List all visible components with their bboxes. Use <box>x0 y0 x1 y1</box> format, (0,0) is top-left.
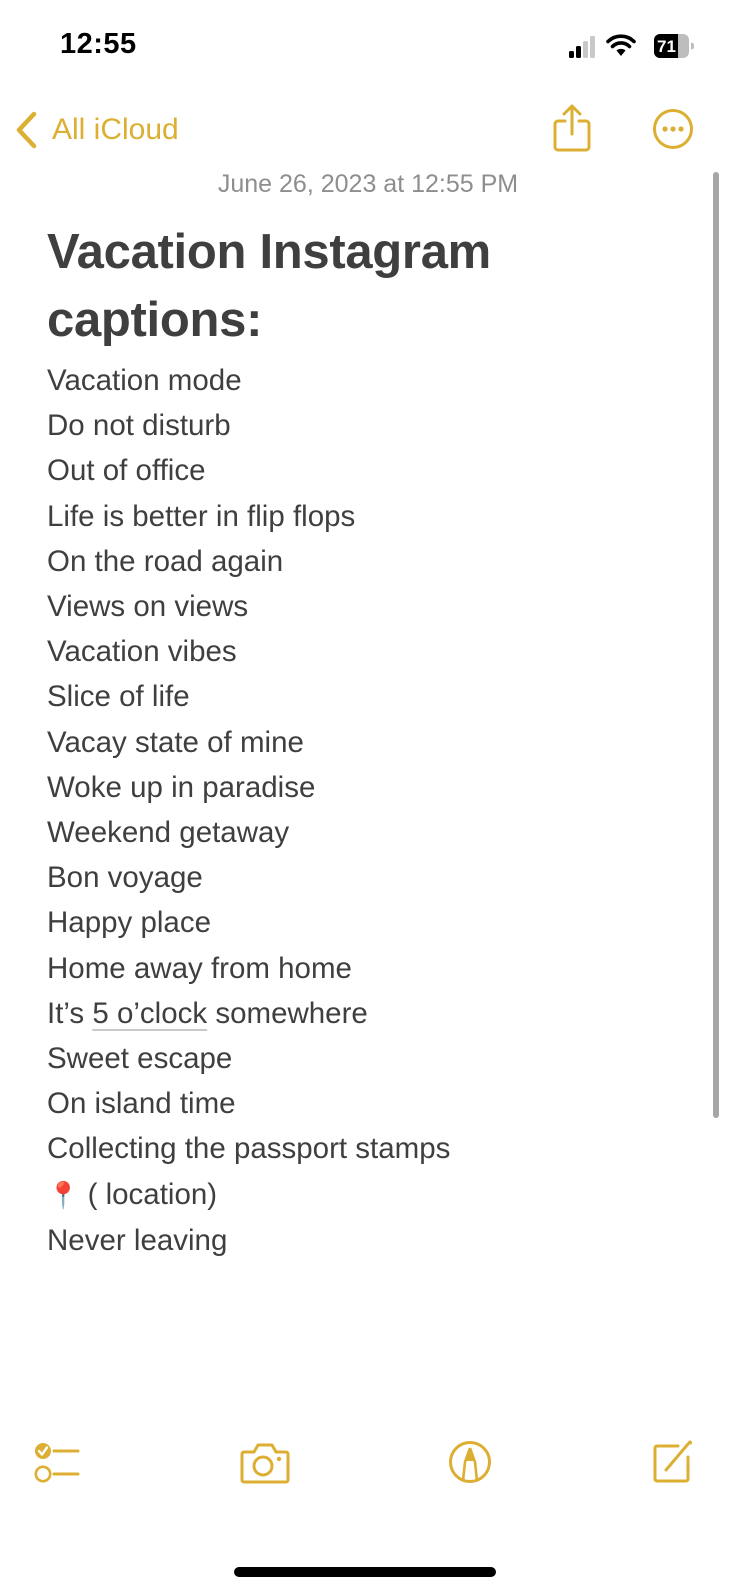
status-time: 12:55 <box>60 28 137 60</box>
note-line[interactable]: Vacation vibes <box>47 629 687 674</box>
bottom-toolbar <box>0 1430 736 1510</box>
camera-icon <box>240 1443 290 1484</box>
location-text: ( location) <box>79 1177 218 1211</box>
note-line[interactable]: Out of office <box>47 448 687 493</box>
pushpin-icon: 📍 <box>47 1179 80 1210</box>
checklist-button[interactable] <box>34 1442 80 1484</box>
note-body[interactable]: Vacation Instagram captions: Vacation mo… <box>47 218 687 1263</box>
note-line-with-link[interactable]: It’s 5 o’clock somewhere <box>47 991 687 1036</box>
scrollbar[interactable] <box>713 172 719 1118</box>
cellular-signal-icon <box>569 36 595 58</box>
markup-pen-icon <box>449 1441 491 1483</box>
note-line[interactable]: Collecting the passport stamps <box>47 1126 687 1171</box>
back-button[interactable]: All iCloud <box>14 108 179 152</box>
note-line[interactable]: Home away from home <box>47 946 687 991</box>
note-line[interactable]: Views on views <box>47 584 687 629</box>
back-label: All iCloud <box>52 113 179 146</box>
checklist-icon <box>34 1443 80 1483</box>
note-line-location[interactable]: 📍 ( location) <box>47 1172 687 1218</box>
line-text-before: It’s <box>47 996 93 1030</box>
note-line[interactable]: Vacay state of mine <box>47 720 687 765</box>
note-line[interactable]: Slice of life <box>47 674 687 719</box>
note-date: June 26, 2023 at 12:55 PM <box>217 170 519 198</box>
note-line[interactable]: Vacation mode <box>47 358 687 403</box>
note-line[interactable]: Do not disturb <box>47 403 687 448</box>
line-text-after: somewhere <box>207 996 368 1030</box>
compose-icon <box>653 1440 692 1483</box>
note-line[interactable]: On island time <box>47 1081 687 1126</box>
markup-button[interactable] <box>448 1440 492 1484</box>
wifi-icon <box>606 34 636 56</box>
camera-button[interactable] <box>240 1442 290 1484</box>
note-line[interactable]: Bon voyage <box>47 855 687 900</box>
navigation-bar: All iCloud <box>0 100 736 160</box>
note-lines: Vacation mode Do not disturb Out of offi… <box>47 358 687 1263</box>
note-line[interactable]: Happy place <box>47 900 687 945</box>
compose-button[interactable] <box>652 1440 694 1484</box>
ellipsis-circle-icon[interactable] <box>652 108 694 150</box>
note-line[interactable]: Woke up in paradise <box>47 765 687 810</box>
note-line[interactable]: Sweet escape <box>47 1036 687 1081</box>
home-indicator[interactable] <box>234 1567 496 1577</box>
detected-time-link[interactable]: 5 o’clock <box>92 997 207 1030</box>
note-line[interactable]: Never leaving <box>47 1218 687 1263</box>
note-line[interactable]: Weekend getaway <box>47 810 687 855</box>
status-bar: 12:55 71 <box>0 0 736 90</box>
note-line[interactable]: Life is better in flip flops <box>47 494 687 539</box>
battery-level: 71 <box>657 37 676 56</box>
note-line[interactable]: On the road again <box>47 539 687 584</box>
chevron-left-icon <box>16 111 37 149</box>
share-icon[interactable] <box>553 104 591 152</box>
note-title[interactable]: Vacation Instagram captions: <box>47 218 687 354</box>
battery-icon: 71 <box>654 34 694 58</box>
